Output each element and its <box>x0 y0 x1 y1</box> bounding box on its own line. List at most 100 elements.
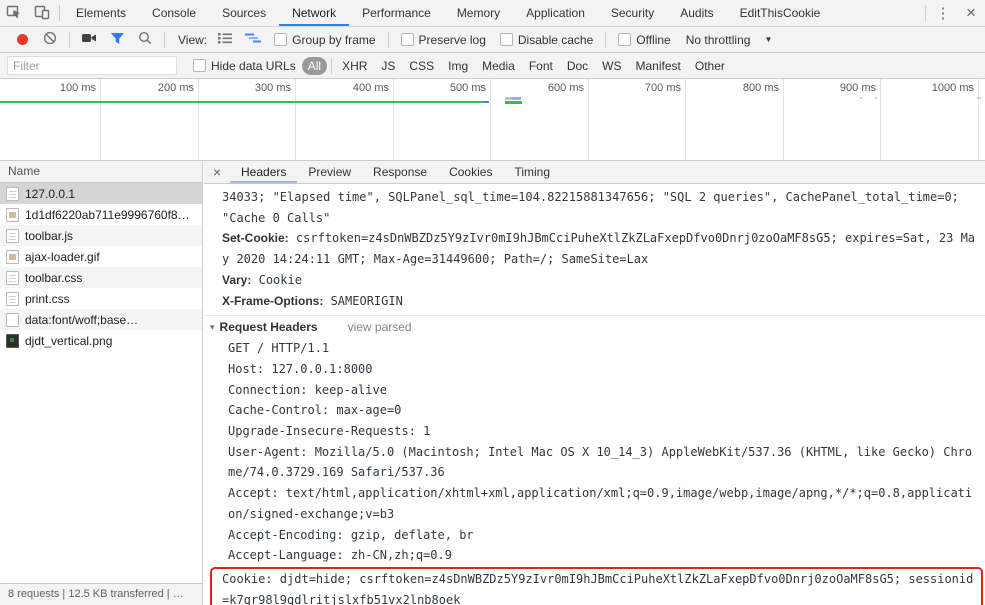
list-view-icon <box>217 32 233 47</box>
request-name: print.css <box>25 291 70 306</box>
request-header-line: Host: 127.0.0.1:8000 <box>228 361 373 376</box>
status-bar: 8 requests | 12.5 KB transferred | … <box>0 583 203 605</box>
waterfall-icon <box>245 32 262 47</box>
offline-checkbox[interactable]: Offline <box>618 32 671 47</box>
header-value: SAMEORIGIN <box>330 293 403 308</box>
tab-console[interactable]: Console <box>139 0 209 26</box>
request-row[interactable]: toolbar.css <box>0 267 202 288</box>
ruler-tick-label: 700 ms <box>644 82 681 94</box>
request-row[interactable]: 1d1df6220ab711e9996760f8… <box>0 204 202 225</box>
throttling-dropdown[interactable]: No throttling ▼ <box>686 33 773 47</box>
tab-elements[interactable]: Elements <box>63 0 139 26</box>
tab-preview[interactable]: Preview <box>297 161 362 183</box>
tab-headers[interactable]: Headers <box>230 161 297 183</box>
stylesheet-icon <box>6 291 19 306</box>
request-row[interactable]: print.css <box>0 288 202 309</box>
filter-type-manifest[interactable]: Manifest <box>630 57 687 75</box>
filter-type-media[interactable]: Media <box>476 57 521 75</box>
request-row[interactable]: data:font/woff;base… <box>0 309 202 330</box>
response-header-line: Set-Cookie: csrftoken=z4sDnWBZDz5Y9zIvr0… <box>222 228 979 269</box>
tab-network[interactable]: Network <box>279 0 349 26</box>
network-toolbar: View: Group by frame Preserve log Disabl… <box>0 27 985 53</box>
filter-type-js[interactable]: JS <box>375 57 401 75</box>
waterfall-mark <box>505 97 512 100</box>
request-header-line: Accept-Encoding: gzip, deflate, br <box>228 527 474 542</box>
waterfall-mark <box>860 97 862 99</box>
disclosure-triangle-icon: ▾ <box>210 322 215 333</box>
request-name: 1d1df6220ab711e9996760f8… <box>25 207 190 222</box>
capture-screenshots-button[interactable] <box>77 29 101 51</box>
request-header-line: Upgrade-Insecure-Requests: 1 <box>228 424 431 439</box>
document-icon <box>6 186 19 201</box>
request-row[interactable]: 127.0.0.1 <box>0 183 202 204</box>
filter-input[interactable] <box>7 56 177 75</box>
tab-security[interactable]: Security <box>598 0 667 26</box>
cookie-header-highlight: Cookie: djdt=hide; csrftoken=z4sDnWBZDz5… <box>210 566 983 605</box>
disable-cache-checkbox[interactable]: Disable cache <box>499 32 594 47</box>
request-row[interactable]: toolbar.js <box>0 225 202 246</box>
filter-type-other[interactable]: Other <box>689 57 731 75</box>
more-options-icon[interactable] <box>929 0 957 26</box>
inspect-element-button[interactable] <box>0 0 28 26</box>
filter-type-img[interactable]: Img <box>442 57 474 75</box>
tab-application[interactable]: Application <box>513 0 598 26</box>
device-toolbar-icon <box>34 4 50 23</box>
headers-pane[interactable]: 34033; "Elapsed time", SQLPanel_sql_time… <box>204 184 985 605</box>
camera-icon <box>81 32 97 47</box>
name-column-header[interactable]: Name <box>0 161 202 183</box>
response-header-line: Vary: Cookie <box>222 270 979 291</box>
request-details-panel: Headers Preview Response Cookies Timing … <box>204 161 985 605</box>
request-headers-title: Request Headers <box>219 320 318 335</box>
request-row[interactable]: djdt_vertical.png <box>0 330 202 351</box>
filter-type-all[interactable]: All <box>301 56 328 75</box>
gridline <box>198 79 199 160</box>
preserve-log-label: Preserve log <box>418 32 486 47</box>
filter-type-css[interactable]: CSS <box>403 57 440 75</box>
filter-type-xhr[interactable]: XHR <box>336 57 373 75</box>
tab-audits[interactable]: Audits <box>667 0 726 26</box>
network-overview[interactable]: 100 ms 200 ms 300 ms 400 ms 500 ms 600 m… <box>0 79 985 161</box>
detail-tabbar: Headers Preview Response Cookies Timing <box>204 161 985 184</box>
tab-response[interactable]: Response <box>362 161 438 183</box>
divider <box>331 57 333 74</box>
request-header-line: Accept: text/html,application/xhtml+xml,… <box>228 486 973 521</box>
large-rows-button[interactable] <box>213 29 237 51</box>
offline-label: Offline <box>636 32 671 47</box>
waterfall-mark <box>512 97 521 100</box>
header-name: Vary: <box>222 272 252 287</box>
waterfall-button[interactable] <box>241 29 265 51</box>
tab-memory[interactable]: Memory <box>444 0 513 26</box>
divider <box>925 5 926 21</box>
filter-toggle-button[interactable] <box>105 29 129 51</box>
request-name: ajax-loader.gif <box>25 249 100 264</box>
request-row[interactable]: ajax-loader.gif <box>0 246 202 267</box>
group-by-frame-checkbox[interactable]: Group by frame <box>274 32 376 47</box>
disable-cache-label: Disable cache <box>517 32 594 47</box>
checkbox-icon <box>400 33 414 46</box>
close-details-icon[interactable] <box>204 164 230 180</box>
filter-type-ws[interactable]: WS <box>596 57 627 75</box>
search-button[interactable] <box>133 29 157 51</box>
gridline <box>783 79 784 160</box>
tab-editthiscookie[interactable]: EditThisCookie <box>727 0 834 26</box>
request-header-line: Cache-Control: max-age=0 <box>228 403 402 418</box>
clear-button[interactable] <box>38 29 62 51</box>
search-icon <box>138 31 152 48</box>
record-button[interactable] <box>10 29 34 51</box>
group-by-frame-label: Group by frame <box>292 32 376 47</box>
gridline <box>393 79 394 160</box>
view-parsed-link[interactable]: view parsed <box>348 317 412 338</box>
tab-sources[interactable]: Sources <box>209 0 279 26</box>
tab-timing[interactable]: Timing <box>503 161 561 183</box>
close-devtools-icon[interactable] <box>957 0 985 26</box>
font-icon <box>6 312 19 327</box>
preserve-log-checkbox[interactable]: Preserve log <box>400 32 486 47</box>
device-toolbar-button[interactable] <box>28 0 56 26</box>
filter-type-font[interactable]: Font <box>523 57 559 75</box>
request-headers-section[interactable]: ▾ Request Headers view parsed <box>210 317 979 338</box>
hide-data-urls-checkbox[interactable]: Hide data URLs <box>193 59 296 73</box>
tab-cookies[interactable]: Cookies <box>438 161 503 183</box>
tab-performance[interactable]: Performance <box>349 0 444 26</box>
ruler-tick-label: 800 ms <box>742 82 779 94</box>
filter-type-doc[interactable]: Doc <box>561 57 594 75</box>
